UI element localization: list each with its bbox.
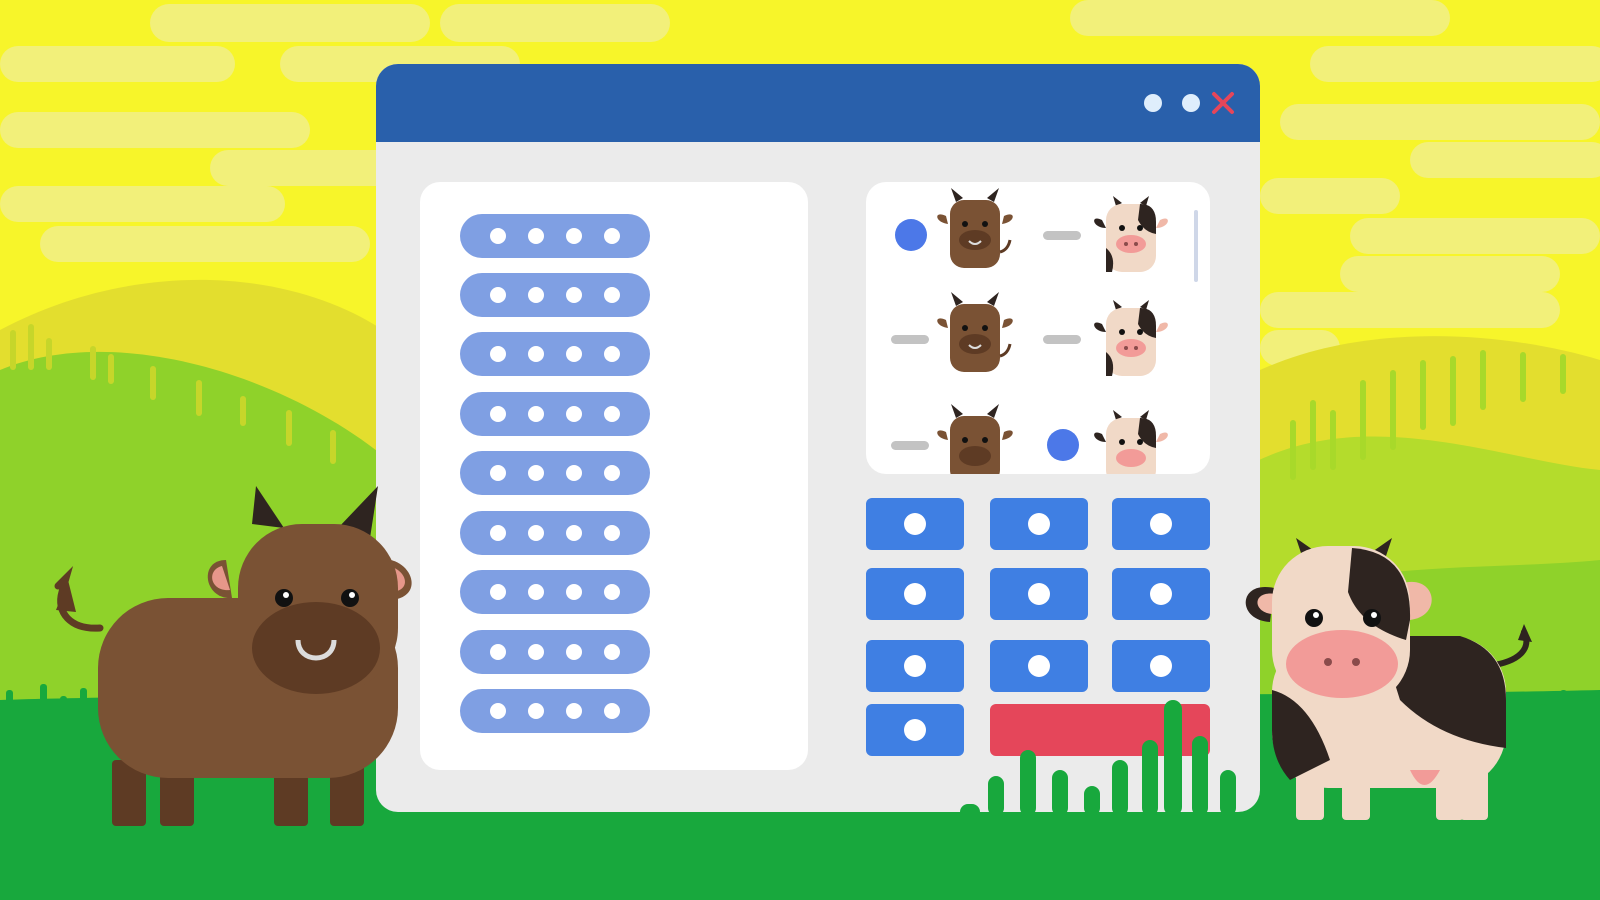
keypad-button[interactable] <box>866 704 964 756</box>
keypad-button[interactable] <box>866 498 964 550</box>
scrollbar[interactable] <box>1194 210 1198 282</box>
bull-radio[interactable] <box>891 322 929 356</box>
keypad-button[interactable] <box>1112 568 1210 620</box>
keypad-button[interactable] <box>866 640 964 692</box>
cow-radio[interactable] <box>1043 322 1081 356</box>
app-window <box>376 64 1260 812</box>
list-item[interactable] <box>460 570 650 614</box>
keypad-button[interactable] <box>990 498 1088 550</box>
close-icon[interactable] <box>1210 90 1236 116</box>
list-item[interactable] <box>460 392 650 436</box>
list-item[interactable] <box>460 511 650 555</box>
selection-panel <box>866 182 1210 474</box>
bull-avatar <box>937 404 1013 474</box>
list-item[interactable] <box>460 214 650 258</box>
item-list-panel <box>420 182 808 770</box>
cow-avatar <box>1094 410 1168 474</box>
bull-radio[interactable] <box>891 428 929 462</box>
keypad-button[interactable] <box>1112 498 1210 550</box>
cow-avatar <box>1094 196 1168 272</box>
keypad-button[interactable] <box>1112 640 1210 692</box>
keypad-button[interactable] <box>990 568 1088 620</box>
keypad-button[interactable] <box>866 568 964 620</box>
list-item[interactable] <box>460 689 650 733</box>
bull-avatar <box>937 292 1013 372</box>
list-item[interactable] <box>460 332 650 376</box>
cow-radio[interactable] <box>1043 218 1081 252</box>
submit-button[interactable] <box>990 704 1210 756</box>
maximize-icon[interactable] <box>1182 94 1200 112</box>
list-item[interactable] <box>460 630 650 674</box>
bull-avatar <box>937 188 1013 268</box>
keypad-button[interactable] <box>990 640 1088 692</box>
bull-radio-selected[interactable] <box>894 218 928 252</box>
list-item[interactable] <box>460 273 650 317</box>
title-bar <box>376 64 1260 142</box>
minimize-icon[interactable] <box>1144 94 1162 112</box>
cow-avatar <box>1094 300 1168 376</box>
list-item[interactable] <box>460 451 650 495</box>
cow-radio-selected[interactable] <box>1046 428 1080 462</box>
